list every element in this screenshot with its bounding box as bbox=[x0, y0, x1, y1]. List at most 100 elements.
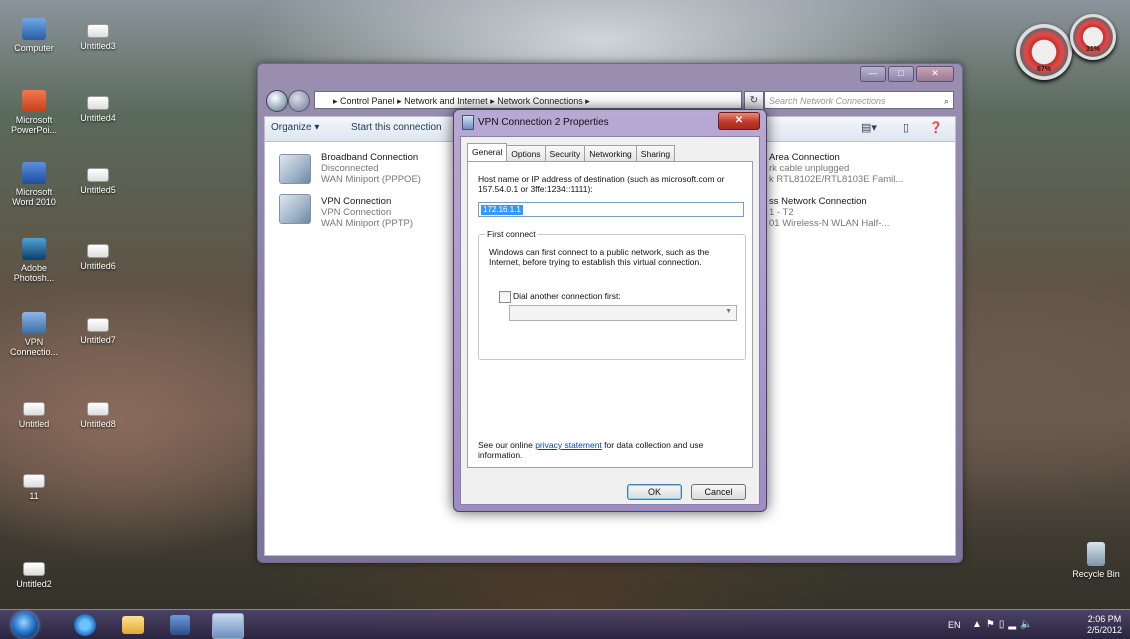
desktop-icon-label: Adobe Photosh... bbox=[13, 263, 55, 283]
media-player-icon[interactable] bbox=[170, 615, 190, 635]
memory-meter-gadget[interactable]: 31% bbox=[1070, 14, 1116, 60]
desktop-icon-11[interactable]: 11 bbox=[4, 468, 64, 501]
desktop-icon-label: 11 bbox=[29, 491, 39, 501]
help-icon[interactable]: ❓ bbox=[929, 121, 943, 134]
connection-device: WAN Miniport (PPTP) bbox=[321, 218, 414, 229]
organize-button[interactable]: Organize ▾ bbox=[271, 122, 319, 133]
clock-time: 2:06 PM bbox=[1087, 614, 1122, 624]
vpn-connection-icon bbox=[279, 194, 311, 224]
privacy-text: See our online privacy statement for dat… bbox=[478, 440, 740, 460]
general-tab-panel: Host name or IP address of destination (… bbox=[467, 161, 753, 468]
network-icon bbox=[462, 115, 474, 130]
network-connections-taskbar-icon[interactable] bbox=[212, 613, 244, 639]
address-bar[interactable]: ▸ Control Panel ▸ Network and Internet ▸… bbox=[314, 91, 742, 109]
tab-general[interactable]: General bbox=[467, 143, 508, 161]
gadget-memory-label: 31% bbox=[1085, 46, 1100, 53]
desktop-icon-word[interactable]: Microsoft Word 2010 bbox=[4, 162, 64, 207]
file-icon bbox=[87, 402, 109, 416]
breadcrumb-network-connections[interactable]: ▸ Network Connections ▸ bbox=[490, 96, 590, 106]
connection-name: Area Connection bbox=[769, 152, 840, 163]
clock[interactable]: 2:06 PM 2/5/2012 bbox=[1087, 614, 1122, 636]
desktop-icon-label: Microsoft Word 2010 bbox=[12, 187, 56, 207]
desktop: Computer Untitled3 Microsoft PowerPoi...… bbox=[0, 0, 1130, 639]
file-icon bbox=[87, 24, 109, 38]
folder-icon[interactable] bbox=[122, 616, 144, 634]
vpn-properties-dialog: VPN Connection 2 Properties ✕ General Op… bbox=[453, 109, 767, 512]
desktop-icon-untitled5[interactable]: Untitled5 bbox=[68, 162, 128, 195]
cancel-button[interactable]: Cancel bbox=[691, 484, 746, 500]
host-hint: Host name or IP address of destination (… bbox=[478, 174, 725, 194]
cpu-meter-gadget[interactable]: 67% bbox=[1016, 24, 1072, 80]
chevron-down-icon: ▼ bbox=[725, 308, 732, 315]
search-input[interactable]: Search Network Connections ⌕ bbox=[764, 91, 954, 109]
connection-item-wireless[interactable]: ss Network Connection 1 - T2 01 Wireless… bbox=[769, 196, 889, 229]
start-button[interactable] bbox=[12, 612, 38, 638]
preview-pane-icon[interactable]: ▯ bbox=[903, 121, 909, 134]
clock-date: 2/5/2012 bbox=[1086, 625, 1122, 635]
host-address-value: 172.16.1.1 bbox=[481, 205, 523, 215]
battery-icon[interactable]: ▯ bbox=[999, 619, 1009, 630]
close-button[interactable]: ✕ bbox=[916, 66, 954, 82]
connection-item-broadband[interactable]: Broadband Connection Disconnected WAN Mi… bbox=[321, 152, 421, 185]
breadcrumb-control-panel[interactable]: ▸ Control Panel bbox=[333, 96, 395, 106]
back-button[interactable] bbox=[266, 90, 288, 112]
file-icon bbox=[23, 562, 45, 576]
connection-item-local-area[interactable]: Area Connection rk cable unplugged k RTL… bbox=[769, 152, 903, 185]
tab-sharing[interactable]: Sharing bbox=[635, 145, 676, 161]
desktop-icon-untitled[interactable]: Untitled bbox=[4, 396, 64, 429]
connection-status: 1 - T2 bbox=[769, 207, 794, 218]
dial-another-checkbox[interactable] bbox=[499, 291, 511, 303]
connection-name: ss Network Connection bbox=[769, 196, 867, 207]
connection-item-vpn[interactable]: VPN Connection VPN Connection WAN Minipo… bbox=[321, 196, 413, 229]
broadband-connection-icon bbox=[279, 154, 311, 184]
refresh-icon[interactable]: ↻ bbox=[744, 91, 764, 111]
file-icon bbox=[87, 96, 109, 110]
view-options-icon[interactable]: ▤▾ bbox=[861, 121, 877, 134]
connection-name: VPN Connection bbox=[321, 196, 392, 207]
signal-icon[interactable]: ▂ bbox=[1008, 619, 1020, 630]
connection-status: rk cable unplugged bbox=[769, 163, 850, 174]
breadcrumb-network-internet[interactable]: ▸ Network and Internet bbox=[397, 96, 488, 106]
desktop-icon-label: Untitled3 bbox=[80, 41, 116, 51]
dialog-close-button[interactable]: ✕ bbox=[718, 112, 760, 130]
desktop-icon-untitled2[interactable]: Untitled2 bbox=[4, 556, 64, 589]
minimize-button[interactable]: — bbox=[860, 66, 886, 82]
dialog-title: VPN Connection 2 Properties bbox=[478, 117, 609, 128]
forward-button[interactable] bbox=[288, 90, 310, 112]
desktop-icon-powerpoint[interactable]: Microsoft PowerPoi... bbox=[4, 90, 64, 135]
volume-icon[interactable]: 🔈 bbox=[1020, 619, 1036, 630]
dialog-tabs: General Options Security Networking Shar… bbox=[467, 143, 676, 161]
tab-networking[interactable]: Networking bbox=[584, 145, 637, 161]
file-icon bbox=[87, 244, 109, 258]
connection-status: VPN Connection bbox=[321, 207, 392, 218]
ok-button[interactable]: OK bbox=[627, 484, 682, 500]
show-hidden-icons-icon[interactable]: ▲ bbox=[972, 619, 986, 630]
host-address-input[interactable]: 172.16.1.1 bbox=[478, 202, 744, 217]
maximize-button[interactable]: □ bbox=[888, 66, 914, 82]
tab-security[interactable]: Security bbox=[544, 145, 586, 161]
desktop-icon-vpn-connection[interactable]: VPN Connectio... bbox=[4, 312, 64, 357]
connection-select[interactable]: ▼ bbox=[509, 305, 737, 321]
start-connection-button[interactable]: Start this connection bbox=[351, 122, 442, 133]
tray-icons: ▲⚑▯▂🔈 bbox=[972, 619, 1037, 630]
desktop-icon-computer[interactable]: Computer bbox=[4, 18, 64, 53]
desktop-icon-label: Untitled8 bbox=[80, 419, 116, 429]
first-connect-text: Windows can first connect to a public ne… bbox=[489, 247, 710, 267]
dial-another-label[interactable]: Dial another connection first: bbox=[513, 291, 621, 301]
action-center-flag-icon[interactable]: ⚑ bbox=[986, 619, 999, 630]
desktop-icon-label: Recycle Bin bbox=[1072, 569, 1120, 579]
desktop-icon-untitled4[interactable]: Untitled4 bbox=[68, 90, 128, 123]
desktop-icon-recycle-bin[interactable]: Recycle Bin bbox=[1066, 542, 1126, 579]
word-icon bbox=[22, 162, 46, 184]
desktop-icon-photoshop[interactable]: Adobe Photosh... bbox=[4, 238, 64, 283]
network-icon bbox=[22, 312, 46, 334]
privacy-statement-link[interactable]: privacy statement bbox=[535, 440, 602, 450]
internet-explorer-icon[interactable] bbox=[74, 614, 96, 636]
desktop-icon-untitled3[interactable]: Untitled3 bbox=[68, 18, 128, 51]
desktop-icon-untitled8[interactable]: Untitled8 bbox=[68, 396, 128, 429]
desktop-icon-untitled7[interactable]: Untitled7 bbox=[68, 312, 128, 345]
tab-options[interactable]: Options bbox=[506, 145, 546, 161]
desktop-icon-untitled6[interactable]: Untitled6 bbox=[68, 238, 128, 271]
desktop-icon-label: Untitled bbox=[18, 419, 50, 429]
language-indicator[interactable]: EN bbox=[948, 620, 961, 630]
